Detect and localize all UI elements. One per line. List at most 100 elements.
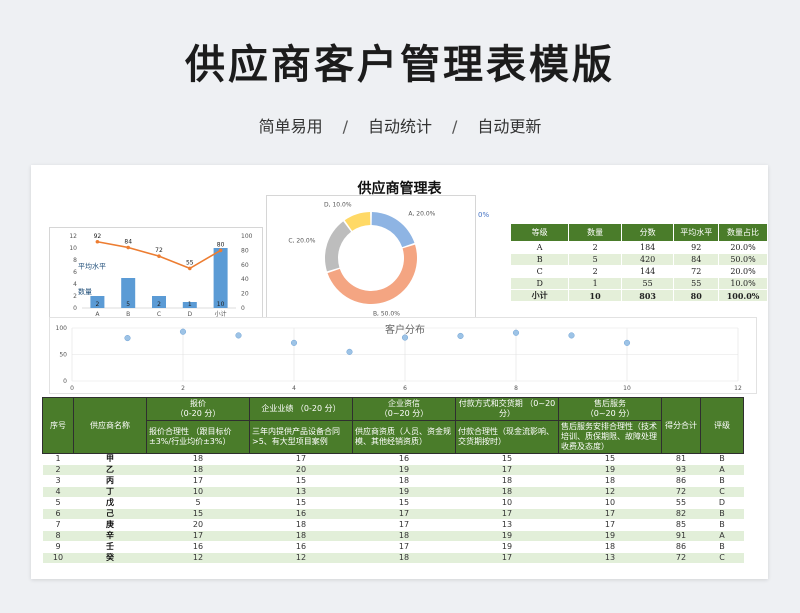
left-axis-tick: 0 [73,305,77,312]
score-cell: B [700,475,744,487]
score-cell: 85 [661,519,701,531]
line-point [126,245,130,250]
stats-col-header: 等级 [509,223,570,242]
scatter-chart[interactable]: 0 50 100 0 2 4 6 8 10 12 客户分布 [49,317,757,394]
bar-value-label: 5 [126,301,130,308]
score-cell: 18 [455,475,559,487]
legend-bar-label: 数量 [78,287,92,296]
col-header-grade: 评级 [700,397,744,454]
score-cell: 18 [352,530,456,542]
donut-chart[interactable]: A, 20.0% B, 50.0% C, 20.0% D, 10.0% [266,195,476,319]
score-cell: 18 [352,552,456,564]
stats-col-header: 数量 [568,223,622,242]
stats-cell: 2 [568,241,622,254]
score-cell: 18 [455,486,559,498]
stats-cell: C [509,265,570,278]
scatter-point [290,339,298,346]
score-cell: 82 [661,508,701,520]
score-cell: 81 [661,453,701,465]
score-cell: 13 [249,486,353,498]
score-cell: 12 [249,552,353,564]
score-cell: 16 [146,541,250,553]
stats-header-row: 等级 数量 分数 平均水平 数量占比 [509,223,768,242]
supplier-row: 9 壬 16 16 17 19 18 86 B [42,541,744,553]
stats-cell: D [509,277,570,290]
line-point [218,248,223,253]
line-point [95,239,100,244]
supplier-name-cell: 庚 [73,519,147,531]
supplier-row: 8 辛 17 18 18 19 19 91 A [42,530,744,542]
score-cell: 15 [146,508,250,520]
stats-cell: 50.0% [718,253,768,266]
score-cell: 19 [455,541,559,553]
left-axis-tick: 10 [69,245,77,252]
spreadsheet-sheet: 供应商管理表 0 2 4 6 8 10 12 0 20 40 60 80 100 2 A 5 B 2 C 1 D 10 小计… [31,165,768,579]
score-cell: 7 [42,519,74,531]
tagline: 简单易用 / 自动统计 / 自动更新 [0,113,800,137]
stats-cell: 5 [568,253,622,266]
col-header-performance: 企业业绩 （0-20 分） [249,397,353,421]
score-cell: 16 [249,508,353,520]
stats-cell: 803 [620,289,675,302]
stats-cell: 144 [620,265,675,278]
col-header-no: 序号 [42,397,74,454]
sub-header-payment: 付款合理性（现金流影响、交货期按时） [455,420,559,454]
score-cell: 72 [661,486,701,498]
stats-cell: 100.0% [718,289,768,302]
stats-cell: 2 [568,265,622,278]
stats-row: A 2 184 92 20.0% [509,241,768,254]
right-axis-tick: 80 [241,247,249,254]
line-point [157,254,161,258]
scatter-y-tick: 50 [59,352,67,359]
score-cell: 17 [455,464,559,476]
line-value-label: 72 [155,247,163,254]
bar-value-label: 10 [217,301,225,308]
supplier-name-cell: 甲 [73,453,147,465]
score-cell: 4 [42,486,74,498]
stats-col-header: 数量占比 [718,223,768,242]
line-point [188,266,192,271]
score-cell: 8 [42,530,74,542]
tagline-item: 简单易用 [258,117,323,136]
score-cell: 13 [558,552,662,564]
stats-cell: 420 [620,253,675,266]
scatter-point [457,332,464,340]
combo-chart[interactable]: 0 2 4 6 8 10 12 0 20 40 60 80 100 2 A 5 B 2 C 1 D 10 小计 92 84 72 5… [49,227,263,321]
score-cell: 86 [661,475,701,487]
scatter-x-tick: 12 [734,385,742,392]
stats-row: D 1 55 55 10.0% [509,277,768,290]
score-cell: 17 [455,508,559,520]
stats-cell: 20.0% [718,265,768,278]
line-value-label: 84 [124,239,132,246]
page-title: 供应商客户管理表模版 [185,42,615,88]
score-cell: 15 [352,497,456,509]
score-cell: 72 [661,552,701,564]
score-cell: 18 [249,519,353,531]
scatter-point [346,348,353,355]
score-cell: 17 [146,530,250,542]
grade-stats-table: 等级 数量 分数 平均水平 数量占比 A 2 184 92 20.0% B 5 420 84 50.0% C… [509,223,768,302]
supplier-name-cell: 癸 [73,552,147,564]
scatter-point [512,329,520,336]
bar-value-label: 2 [157,301,161,308]
stats-col-header: 平均水平 [673,223,720,242]
scatter-chart-svg: 0 50 100 0 2 4 6 8 10 12 客户分布 [56,323,742,392]
stats-cell: 10.0% [718,277,768,290]
stats-cell: 55 [673,277,720,290]
score-cell: 17 [352,508,456,520]
score-cell: 10 [558,497,662,509]
sub-header-credit: 供应商资质（人员、资金规模、其他经销资质） [352,420,456,454]
score-cell: 18 [352,475,456,487]
score-cell: 17 [558,519,662,531]
score-cell: 55 [661,497,701,509]
col-header-after-sales: 售后服务 （0~20 分） [558,397,662,421]
scatter-x-tick: 4 [292,385,296,392]
sub-header-performance: 三年内提供产品设备合同 >5、有大型项目案例 [249,420,353,454]
col-header-total: 得分合计 [661,397,701,454]
stats-cell: 84 [673,253,720,266]
tagline-item: 自动更新 [477,117,542,136]
supplier-score-table: 序号 供应商名称 报价 （0-20 分） 企业业绩 （0-20 分） 企业资信 … [42,397,744,564]
score-cell: 18 [249,530,353,542]
stats-cell: 小计 [509,289,570,302]
score-cell: 10 [42,552,74,564]
